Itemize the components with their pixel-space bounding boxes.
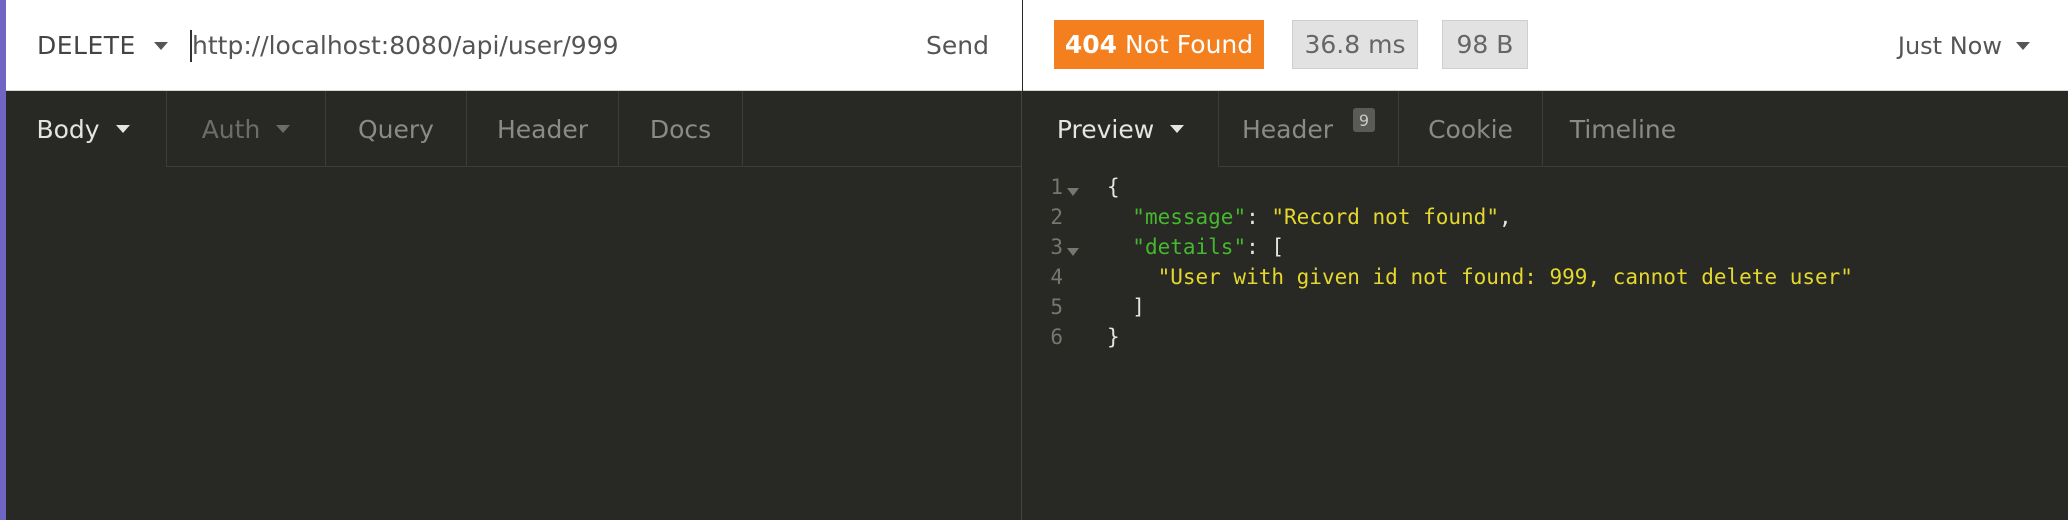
tab-label: Docs xyxy=(649,114,712,144)
tab-label: Cookie xyxy=(1428,114,1513,144)
response-size-badge: 98 B xyxy=(1442,20,1528,69)
header-count-badge: 9 xyxy=(1353,108,1376,132)
fold-arrow-icon[interactable] xyxy=(1067,188,1079,196)
chevron-down-icon xyxy=(276,125,291,133)
tab-header[interactable]: Header xyxy=(467,91,619,167)
send-button[interactable]: Send xyxy=(926,0,989,91)
line-number: 6 xyxy=(1050,325,1063,349)
code-line: 2 "message": "Record not found", xyxy=(1023,202,2068,232)
tab-docs[interactable]: Docs xyxy=(619,91,743,167)
method-label: DELETE xyxy=(37,31,136,60)
json-key: "message" xyxy=(1132,205,1247,229)
response-tabs: Preview Header 9 Cookie Timeline xyxy=(1023,91,2068,167)
url-input[interactable]: http://localhost:8080/api/user/999 xyxy=(190,0,870,91)
tab-cookie[interactable]: Cookie xyxy=(1399,91,1543,167)
status-code: 404 xyxy=(1064,30,1118,59)
tab-preview[interactable]: Preview xyxy=(1023,91,1219,167)
chevron-down-icon xyxy=(2016,41,2030,50)
code-line: 6 } xyxy=(1023,322,2068,352)
tab-label: Preview xyxy=(1056,114,1155,144)
url-text: http://localhost:8080/api/user/999 xyxy=(192,31,619,60)
chevron-down-icon xyxy=(153,41,168,50)
tab-label: Query xyxy=(358,114,434,144)
app-window: DELETE http://localhost:8080/api/user/99… xyxy=(0,0,2068,520)
line-number: 2 xyxy=(1050,205,1063,229)
json-key: "details" xyxy=(1132,235,1247,259)
history-label: Just Now xyxy=(1897,31,2002,60)
url-bar: DELETE http://localhost:8080/api/user/99… xyxy=(0,0,1022,91)
line-number: 5 xyxy=(1050,295,1063,319)
response-pane: 404 Not Found 36.8 ms 98 B Just Now Prev… xyxy=(1023,0,2068,520)
code-line: 4 "User with given id not found: 999, ca… xyxy=(1023,262,2068,292)
status-text: Not Found xyxy=(1125,30,1254,59)
method-dropdown[interactable]: DELETE xyxy=(37,0,168,91)
fold-arrow-icon[interactable] xyxy=(1067,248,1079,256)
tab-query[interactable]: Query xyxy=(326,91,467,167)
code-line: 3 "details": [ xyxy=(1023,232,2068,262)
tab-timeline[interactable]: Timeline xyxy=(1543,91,1703,167)
tab-label: Body xyxy=(36,114,100,144)
line-number: 1 xyxy=(1023,175,1085,199)
code-line: 5 ] xyxy=(1023,292,2068,322)
chevron-down-icon xyxy=(1170,125,1185,133)
tab-response-header[interactable]: Header 9 xyxy=(1219,91,1399,167)
json-string: "User with given id not found: 999, cann… xyxy=(1157,265,1853,289)
tab-label: Auth xyxy=(201,114,261,144)
line-number: 3 xyxy=(1023,235,1085,259)
tab-label: Header xyxy=(1241,114,1334,144)
tab-label: Timeline xyxy=(1569,114,1677,144)
json-string: "Record not found" xyxy=(1271,205,1499,229)
request-pane: DELETE http://localhost:8080/api/user/99… xyxy=(0,0,1022,520)
line-number: 4 xyxy=(1050,265,1063,289)
history-dropdown[interactable]: Just Now xyxy=(1898,0,2030,91)
chevron-down-icon xyxy=(115,125,130,133)
status-badge: 404 Not Found xyxy=(1054,20,1264,69)
response-status-bar: 404 Not Found 36.8 ms 98 B Just Now xyxy=(1023,0,2068,91)
tab-body[interactable]: Body xyxy=(0,91,167,167)
code-line: 1 { xyxy=(1023,172,2068,202)
tab-auth[interactable]: Auth xyxy=(167,91,326,167)
tab-label: Header xyxy=(496,114,589,144)
request-tabs: Body Auth Query Header Docs xyxy=(0,91,1022,167)
response-time-badge: 36.8 ms xyxy=(1292,20,1418,69)
response-body-viewer[interactable]: 1 { 2 "message": "Record not found", 3 "… xyxy=(1023,172,2068,352)
